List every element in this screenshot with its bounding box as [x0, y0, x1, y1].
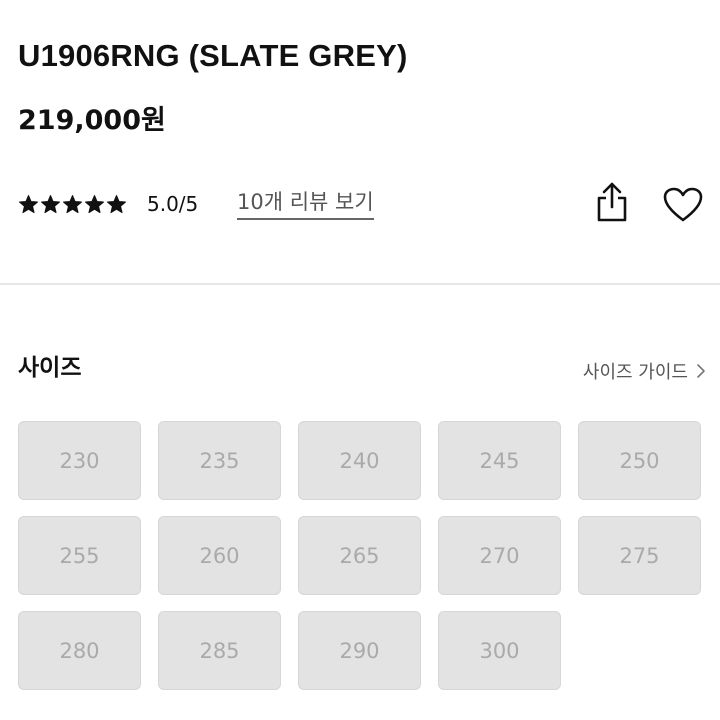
star-rating: [18, 194, 127, 215]
size-option-button[interactable]: 285: [158, 611, 281, 690]
star-icon: [107, 195, 126, 214]
size-section-title: 사이즈: [18, 355, 82, 381]
size-option-button[interactable]: 280: [18, 611, 141, 690]
view-reviews-link[interactable]: 10개 리뷰 보기: [237, 186, 374, 220]
heart-icon: [663, 187, 703, 222]
product-price: 219,000원: [18, 105, 166, 136]
star-icon: [63, 195, 82, 214]
star-icon: [41, 195, 60, 214]
size-option-button[interactable]: 265: [298, 516, 421, 595]
wishlist-button[interactable]: [662, 186, 704, 224]
size-guide-link[interactable]: 사이즈 가이드: [583, 358, 706, 384]
size-guide-label: 사이즈 가이드: [582, 362, 688, 383]
star-icon: [85, 195, 104, 214]
size-option-button[interactable]: 250: [578, 421, 701, 500]
size-option-button[interactable]: 240: [298, 421, 421, 500]
share-button[interactable]: [592, 180, 632, 224]
size-option-button[interactable]: 290: [298, 611, 421, 690]
product-page: U1906RNG (SLATE GREY) 219,000원 5.0/5 10개…: [0, 0, 720, 720]
size-option-button[interactable]: 245: [438, 421, 561, 500]
size-option-button[interactable]: 260: [158, 516, 281, 595]
rating-row: 5.0/5 10개 리뷰 보기: [18, 182, 708, 224]
size-option-button[interactable]: 270: [438, 516, 561, 595]
size-option-button[interactable]: 275: [578, 516, 701, 595]
size-option-button[interactable]: 235: [158, 421, 281, 500]
size-options-grid: 230 235 240 245 250 255 260 265 270 275 280 285 290 3…: [18, 421, 701, 690]
section-divider: [0, 283, 720, 285]
share-icon: [597, 182, 627, 222]
star-icon: [19, 195, 38, 214]
size-option-button[interactable]: 255: [18, 516, 141, 595]
size-option-button[interactable]: 230: [18, 421, 141, 500]
chevron-right-icon: [697, 364, 705, 378]
product-title: U1906RNG (SLATE GREY): [18, 38, 408, 73]
rating-score: 5.0/5: [147, 192, 199, 216]
size-option-button[interactable]: 300: [438, 611, 561, 690]
